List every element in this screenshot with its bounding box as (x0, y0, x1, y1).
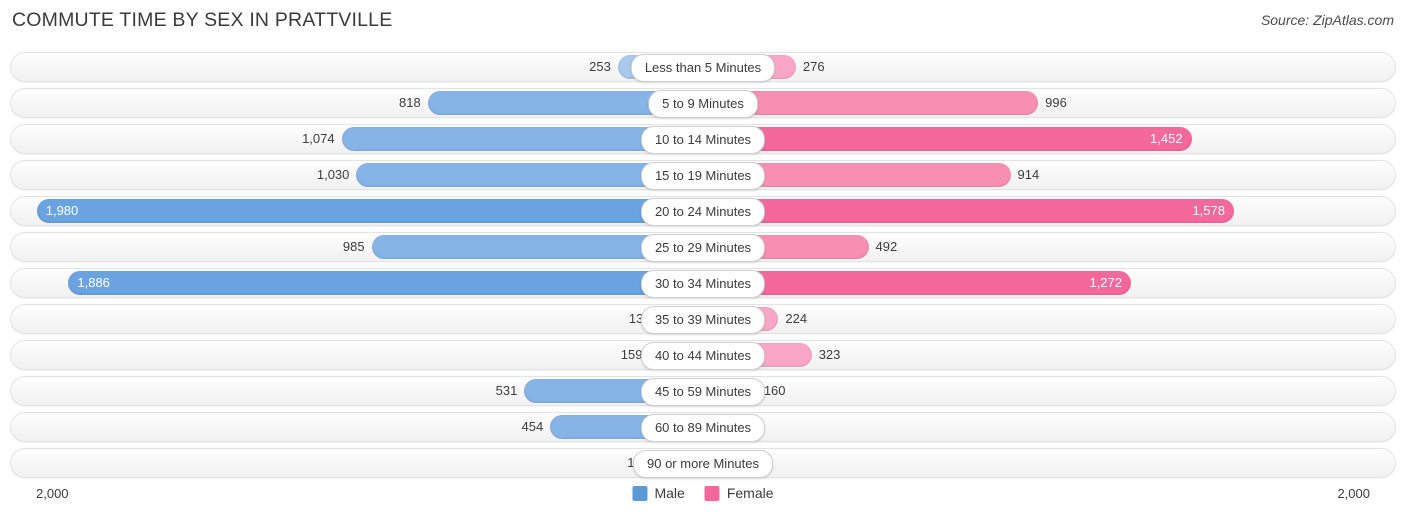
bar-plot-area: 159 323 40 to 44 Minutes (30, 340, 1376, 370)
category-label: 20 to 24 Minutes (640, 198, 766, 226)
bar-row: 1,886 1,272 30 to 34 Minutes (0, 268, 1406, 298)
bar-plot-area: 1,030 914 15 to 19 Minutes (30, 160, 1376, 190)
female-half: 996 (703, 91, 1376, 115)
female-value-label: 160 (763, 383, 786, 398)
bar-row: 253 276 Less than 5 Minutes (0, 52, 1406, 82)
female-half: 90 (703, 415, 1376, 439)
axis-label-right: 2,000 (1337, 486, 1370, 501)
female-bar[interactable]: 1,272 (703, 271, 1132, 295)
legend-swatch-female-icon (704, 485, 720, 501)
male-value-label: 253 (589, 59, 611, 74)
bar-row: 159 323 40 to 44 Minutes (0, 340, 1406, 370)
chart-legend: Male Female (632, 485, 774, 501)
female-value-label: 224 (785, 311, 808, 326)
legend-item-male[interactable]: Male (632, 485, 685, 501)
bar-row: 454 9060 to 89 Minutes (0, 412, 1406, 442)
female-half: 914 (703, 163, 1376, 187)
male-value-label: 454 (521, 419, 544, 434)
category-label: 10 to 14 Minutes (640, 126, 766, 154)
bar-row: 1,074 1,452 10 to 14 Minutes (0, 124, 1406, 154)
bar-plot-area: 253 276 Less than 5 Minutes (30, 52, 1376, 82)
male-value-label: 985 (342, 239, 365, 254)
bar-row: 985 492 25 to 29 Minutes (0, 232, 1406, 262)
male-half: 531 (30, 379, 703, 403)
male-half: 985 (30, 235, 703, 259)
bar-plot-area: 135 224 35 to 39 Minutes (30, 304, 1376, 334)
male-value-label: 1,980 (45, 203, 79, 218)
bar-plot-area: 1,074 1,452 10 to 14 Minutes (30, 124, 1376, 154)
female-half: 276 (703, 55, 1376, 79)
male-half: 140 (30, 451, 703, 475)
male-value-label: 531 (495, 383, 518, 398)
category-label: 45 to 59 Minutes (640, 378, 766, 406)
female-value-label: 1,452 (1150, 131, 1183, 146)
axis-label-left: 2,000 (36, 486, 69, 501)
female-value-label: 1,272 (1089, 275, 1123, 290)
bar-row: 1405190 or more Minutes (0, 448, 1406, 478)
category-label: 60 to 89 Minutes (640, 414, 766, 442)
category-label: 90 or more Minutes (633, 450, 773, 478)
female-half: 1,578 (703, 199, 1376, 223)
female-value-label: 323 (818, 347, 841, 362)
female-bar[interactable]: 1,578 (703, 199, 1234, 223)
bar-row: 531 160 45 to 59 Minutes (0, 376, 1406, 406)
male-value-label: 1,074 (302, 131, 335, 146)
legend-item-female[interactable]: Female (704, 485, 774, 501)
bar-row: 1,030 914 15 to 19 Minutes (0, 160, 1406, 190)
female-value-label: 276 (802, 59, 825, 74)
category-label: Less than 5 Minutes (630, 54, 776, 82)
female-half: 323 (703, 343, 1376, 367)
bar-row: 1,980 1,578 20 to 24 Minutes (0, 196, 1406, 226)
bar-plot-area: 985 492 25 to 29 Minutes (30, 232, 1376, 262)
female-value-label: 914 (1017, 167, 1040, 182)
category-label: 30 to 34 Minutes (640, 270, 766, 298)
category-label: 5 to 9 Minutes (648, 90, 758, 118)
bar-plot-area: 531 160 45 to 59 Minutes (30, 376, 1376, 406)
legend-swatch-male-icon (632, 485, 648, 501)
category-label: 15 to 19 Minutes (640, 162, 766, 190)
male-half: 1,074 (30, 127, 703, 151)
female-half: 224 (703, 307, 1376, 331)
female-value-label: 1,578 (1192, 203, 1225, 218)
male-half: 1,980 (30, 199, 703, 223)
category-label: 25 to 29 Minutes (640, 234, 766, 262)
male-bar[interactable]: 1,886 (68, 271, 703, 295)
male-half: 454 (30, 415, 703, 439)
female-value-label: 492 (875, 239, 898, 254)
female-value-label: 996 (1045, 95, 1067, 110)
chart-header: COMMUTE TIME BY SEX IN PRATTVILLE Source… (0, 0, 1406, 44)
page-title: COMMUTE TIME BY SEX IN PRATTVILLE (12, 9, 393, 31)
bar-row: 135 224 35 to 39 Minutes (0, 304, 1406, 334)
female-half: 1,272 (703, 271, 1376, 295)
female-half: 492 (703, 235, 1376, 259)
male-value-label: 818 (399, 95, 421, 110)
female-half: 51 (703, 451, 1376, 475)
legend-label-female: Female (726, 485, 774, 501)
bar-plot-area: 454 9060 to 89 Minutes (30, 412, 1376, 442)
bar-plot-area: 1,886 1,272 30 to 34 Minutes (30, 268, 1376, 298)
chart-footer: 2,000 Male Female 2,000 (0, 483, 1406, 517)
category-label: 35 to 39 Minutes (640, 306, 766, 334)
male-value-label: 1,030 (316, 167, 350, 182)
category-label: 40 to 44 Minutes (640, 342, 766, 370)
bar-row: 818 996 5 to 9 Minutes (0, 88, 1406, 118)
bar-plot-area: 1405190 or more Minutes (30, 448, 1376, 478)
female-half: 160 (703, 379, 1376, 403)
male-half: 159 (30, 343, 703, 367)
bar-plot-area: 1,980 1,578 20 to 24 Minutes (30, 196, 1376, 226)
male-half: 253 (30, 55, 703, 79)
male-bar[interactable]: 1,980 (36, 199, 703, 223)
male-half: 818 (30, 91, 703, 115)
female-bar[interactable]: 1,452 (703, 127, 1192, 151)
male-value-label: 1,886 (77, 275, 110, 290)
male-half: 1,886 (30, 271, 703, 295)
bar-plot-area: 818 996 5 to 9 Minutes (30, 88, 1376, 118)
male-half: 1,030 (30, 163, 703, 187)
legend-label-male: Male (654, 485, 685, 501)
bar-rows-container: 253 276 Less than 5 Minutes 818 996 5 to 9 Mi… (0, 52, 1406, 484)
male-half: 135 (30, 307, 703, 331)
source-attribution: Source: ZipAtlas.com (1260, 12, 1394, 28)
female-half: 1,452 (703, 127, 1376, 151)
male-value-label: 159 (620, 347, 643, 362)
